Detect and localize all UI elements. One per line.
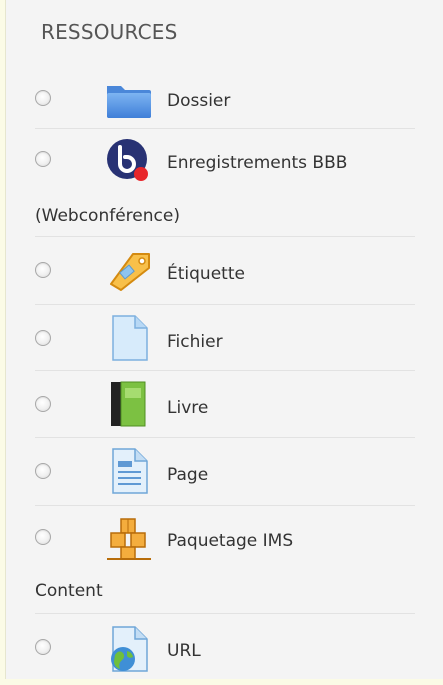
separator: [35, 304, 415, 305]
radio-fichier[interactable]: [35, 330, 51, 346]
radio-url[interactable]: [35, 639, 51, 655]
radio-etiquette[interactable]: [35, 262, 51, 278]
separator: [35, 128, 415, 129]
resource-item-livre[interactable]: Livre: [35, 374, 415, 442]
book-icon: [105, 380, 153, 428]
page-icon: [105, 447, 153, 495]
radio-page[interactable]: [35, 463, 51, 479]
ims-package-icon: [105, 515, 153, 563]
resource-label[interactable]: Page: [167, 465, 208, 485]
radio-dossier[interactable]: [35, 90, 51, 106]
tag-label-icon: [105, 246, 153, 294]
separator: [35, 437, 415, 438]
resource-item-url[interactable]: URL: [35, 617, 415, 685]
separator: [35, 613, 415, 614]
resource-label[interactable]: URL: [167, 641, 201, 661]
resource-item-bbb[interactable]: Enregistrements BBB (Webconférence): [35, 135, 415, 239]
file-icon: [105, 314, 153, 362]
bigbluebutton-icon: [105, 137, 153, 185]
resource-item-page[interactable]: Page: [35, 441, 415, 509]
resource-label[interactable]: Enregistrements BBB: [167, 153, 347, 173]
section-heading: RESSOURCES: [41, 20, 178, 44]
separator: [35, 236, 415, 237]
resource-item-ims[interactable]: Paquetage IMS Content: [35, 509, 415, 613]
resource-label[interactable]: Fichier: [167, 332, 223, 352]
resource-label[interactable]: Paquetage IMS: [167, 531, 293, 551]
folder-icon: [105, 76, 153, 124]
radio-bbb[interactable]: [35, 151, 51, 167]
resource-item-etiquette[interactable]: Étiquette: [35, 240, 415, 308]
resource-label[interactable]: Dossier: [167, 91, 230, 111]
resource-item-fichier[interactable]: Fichier: [35, 308, 415, 376]
resource-label[interactable]: Livre: [167, 398, 208, 418]
radio-ims[interactable]: [35, 529, 51, 545]
separator: [35, 370, 415, 371]
radio-livre[interactable]: [35, 396, 51, 412]
url-globe-icon: [105, 625, 153, 673]
resource-label[interactable]: Étiquette: [167, 264, 245, 284]
separator: [35, 505, 415, 506]
resource-label-continued[interactable]: (Webconférence): [35, 206, 180, 226]
resource-label-continued[interactable]: Content: [35, 581, 103, 601]
